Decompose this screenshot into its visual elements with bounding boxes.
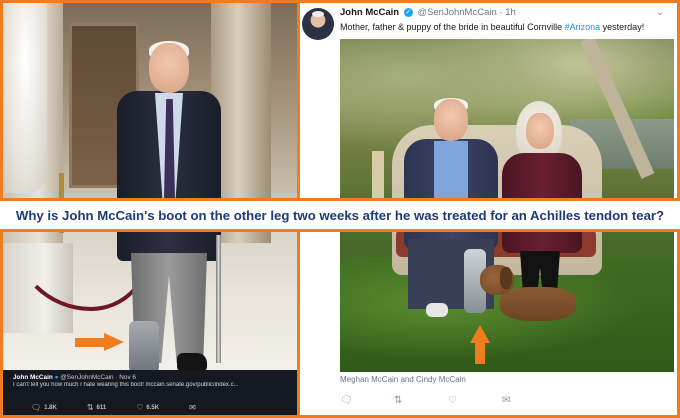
like-button[interactable]: ♡ 6.5K (136, 403, 159, 412)
chevron-down-icon[interactable]: ⌄ (656, 7, 664, 18)
photo-caption[interactable]: Meghan McCain and Cindy McCain (340, 375, 466, 384)
heart-icon[interactable]: ♡ (448, 395, 502, 406)
retweet-button[interactable]: ⇅ 611 (87, 403, 106, 412)
reply-icon: 🗨 (31, 403, 42, 412)
dog (480, 257, 580, 327)
title-banner: Why is John McCain's boot on the other l… (0, 198, 680, 232)
medical-boot (129, 321, 159, 373)
statue (3, 3, 47, 193)
hashtag-link[interactable]: #Arizona (565, 22, 601, 32)
left-tweet-text: I can't tell you how much I hate wearing… (13, 382, 239, 388)
dog-body (500, 287, 576, 321)
message-button[interactable]: ✉ (189, 403, 196, 412)
like-count: 6.5K (146, 404, 160, 411)
tweet-actions: 🗨 ⇅ ♡ ✉ (340, 395, 670, 406)
envelope-icon: ✉ (189, 403, 196, 412)
cane (216, 235, 221, 363)
head (526, 113, 554, 149)
retweet-count: 611 (96, 404, 107, 411)
tweet-header: John McCain ✓ @SenJohnMcCain · 1h (340, 7, 516, 18)
dog-ear (500, 267, 512, 289)
head (149, 43, 189, 93)
arrow-head (470, 325, 490, 343)
arrow-head (104, 333, 124, 351)
left-tweet-author[interactable]: John McCain (13, 374, 53, 381)
shoe (426, 303, 448, 317)
retweet-icon: ⇅ (86, 403, 94, 412)
verified-badge-icon: ● (54, 374, 59, 381)
reply-button[interactable]: 🗨 1.8K (31, 403, 57, 412)
heart-icon: ♡ (136, 403, 144, 412)
shoe (177, 353, 207, 371)
arrow-shaft (475, 342, 485, 364)
banner-title: Why is John McCain's boot on the other l… (15, 207, 665, 223)
tweet-handle[interactable]: @SenJohnMcCain · 1h (417, 7, 515, 18)
envelope-icon[interactable]: ✉ (502, 395, 556, 406)
avatar[interactable] (302, 8, 334, 40)
tweet-author-name[interactable]: John McCain (340, 7, 399, 18)
left-tweet-actions: 🗨 1.8K ⇅ 611 ♡ 6.5K ✉ (31, 403, 196, 412)
fence-post (372, 151, 384, 201)
verified-badge-icon: ✓ (403, 7, 413, 17)
head (434, 99, 468, 141)
left-tweet-overlay: John McCain ● @SenJohnMcCain · Nov 6 I c… (3, 370, 297, 415)
text-after: yesterday! (600, 22, 645, 32)
text-before: Mother, father & puppy of the bride in b… (340, 22, 565, 32)
arrow-shaft (75, 338, 105, 347)
tweet-text: Mother, father & puppy of the bride in b… (340, 22, 644, 32)
reply-icon[interactable]: 🗨 (340, 395, 394, 406)
arrow-right-icon (75, 333, 125, 351)
reply-count: 1.8K (44, 404, 57, 411)
left-tweet-date[interactable]: · Nov 6 (115, 374, 136, 381)
left-tweet-meta: John McCain ● @SenJohnMcCain · Nov 6 (13, 374, 287, 381)
left-tweet-handle[interactable]: @SenJohnMcCain (60, 374, 113, 381)
arrow-up-icon (470, 325, 490, 367)
retweet-icon[interactable]: ⇅ (394, 395, 448, 406)
